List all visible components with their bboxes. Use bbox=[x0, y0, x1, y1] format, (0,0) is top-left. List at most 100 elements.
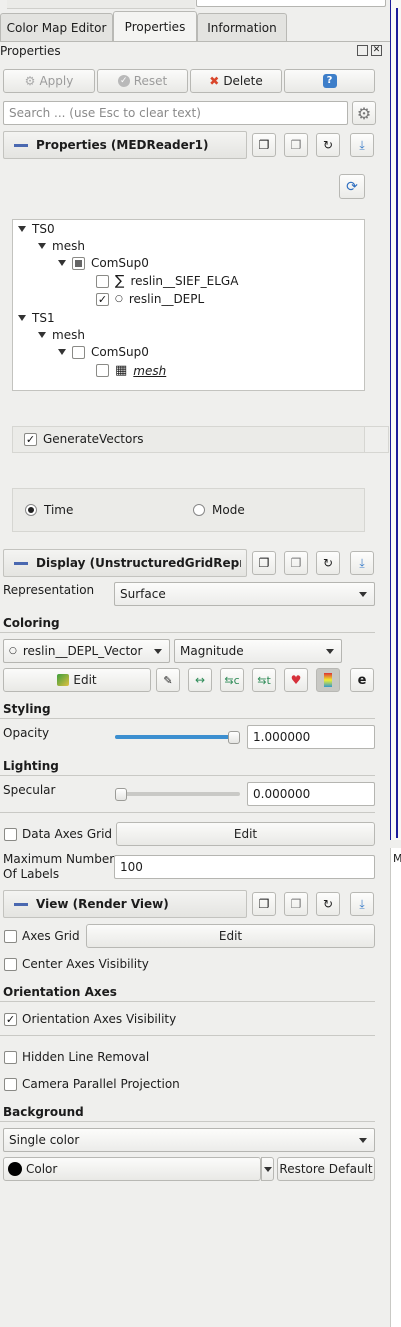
background-color-menu-button[interactable] bbox=[261, 1157, 274, 1181]
representation-select[interactable]: Surface bbox=[114, 582, 375, 606]
tree-item-mesh-leaf[interactable]: ▦ mesh bbox=[96, 363, 166, 378]
restore-view-button[interactable]: ↻ bbox=[316, 892, 340, 916]
copy-icon: ❐ bbox=[258, 897, 270, 911]
apply-button[interactable]: ⚙ Apply bbox=[3, 69, 95, 93]
color-component-select[interactable]: Magnitude bbox=[174, 639, 342, 663]
color-bar-button[interactable] bbox=[316, 668, 340, 692]
display-section-header[interactable]: Display (UnstructuredGridRepresentation) bbox=[3, 549, 247, 577]
restore-display-button[interactable]: ↻ bbox=[316, 551, 340, 575]
background-mode-select[interactable]: Single color bbox=[3, 1128, 375, 1152]
view-section-header[interactable]: View (Render View) bbox=[3, 890, 247, 918]
refresh-icon: ↻ bbox=[322, 897, 334, 911]
search-input[interactable]: Search ... (use Esc to clear text) bbox=[3, 101, 348, 125]
save-view-button[interactable]: ⤓ bbox=[350, 892, 374, 916]
paste-icon: ❐ bbox=[290, 138, 302, 152]
copy-display-button[interactable]: ❐ bbox=[252, 551, 276, 575]
tab-information[interactable]: Information bbox=[197, 13, 287, 41]
max-labels-label-line2: Of Labels bbox=[3, 867, 60, 881]
save-defaults-button[interactable]: ⤓ bbox=[350, 133, 374, 157]
chevron-down-icon bbox=[359, 592, 367, 597]
tab-properties[interactable]: Properties bbox=[113, 11, 197, 42]
specular-input[interactable]: 0.000000 bbox=[247, 782, 375, 806]
tree-item-mesh1[interactable]: mesh bbox=[38, 328, 85, 342]
copy-view-button[interactable]: ❐ bbox=[252, 892, 276, 916]
reload-icon: ⟳ bbox=[346, 178, 358, 195]
rescale-data-range-button[interactable]: ↔ bbox=[188, 668, 212, 692]
copy-icon: ❐ bbox=[258, 556, 270, 570]
data-axes-grid-edit-button[interactable]: Edit bbox=[116, 822, 375, 846]
tree-item-mesh0[interactable]: mesh bbox=[38, 239, 85, 253]
tree-item-field-depl[interactable]: ✓ ○ reslin__DEPL bbox=[96, 292, 204, 306]
refresh-icon: ↻ bbox=[322, 556, 334, 570]
representation-label: Representation bbox=[3, 583, 95, 597]
tree-item-ts1[interactable]: TS1 bbox=[18, 311, 55, 325]
orientation-axes-checkbox[interactable]: ✓ bbox=[4, 1013, 17, 1026]
time-radio-label: Time bbox=[44, 503, 74, 517]
apply-icon: ⚙ bbox=[24, 74, 36, 88]
restore-defaults-button[interactable]: ↻ bbox=[316, 133, 340, 157]
reset-button[interactable]: ✓ Reset bbox=[97, 69, 188, 93]
expand-icon bbox=[38, 243, 46, 249]
opacity-slider-handle[interactable] bbox=[228, 731, 240, 744]
mode-radio[interactable] bbox=[193, 504, 205, 516]
tree-item-comsup1[interactable]: ComSup0 bbox=[58, 345, 149, 359]
show-hide-color-legend-button[interactable]: ✎ bbox=[156, 668, 180, 692]
chevron-down-icon bbox=[359, 1138, 367, 1143]
mode-radio-label: Mode bbox=[212, 503, 245, 517]
lighting-bottom-separator bbox=[0, 812, 375, 813]
restore-default-button[interactable]: Restore Default bbox=[277, 1157, 375, 1181]
field-checkbox[interactable] bbox=[96, 274, 109, 288]
save-display-button[interactable]: ⤓ bbox=[350, 551, 374, 575]
copy-properties-button[interactable]: ❐ bbox=[252, 133, 276, 157]
render-view-border bbox=[396, 8, 401, 838]
float-icon[interactable] bbox=[357, 45, 368, 56]
mesh-checkbox[interactable] bbox=[96, 364, 109, 377]
chevron-down-icon bbox=[326, 649, 334, 654]
paste-display-button[interactable]: ❐ bbox=[284, 551, 308, 575]
axes-grid-edit-button[interactable]: Edit bbox=[86, 924, 375, 948]
tab-color-map-editor[interactable]: Color Map Editor bbox=[0, 13, 113, 41]
color-bar-icon bbox=[324, 673, 332, 687]
tree-item-field-sief[interactable]: ∑ reslin__SIEF_ELGA bbox=[96, 273, 238, 289]
background-color-button[interactable]: Color bbox=[3, 1157, 261, 1181]
refresh-icon: ↻ bbox=[322, 138, 334, 152]
rescale-temporal-range-button[interactable]: ⇆t bbox=[252, 668, 276, 692]
paste-properties-button[interactable]: ❐ bbox=[284, 133, 308, 157]
color-swatch-icon bbox=[8, 1162, 22, 1176]
gauss-point-icon: ∑ bbox=[115, 273, 125, 289]
specular-slider-handle[interactable] bbox=[115, 788, 127, 801]
tree-item-comsup0[interactable]: ComSup0 bbox=[58, 256, 149, 270]
opacity-input[interactable]: 1.000000 bbox=[247, 725, 375, 749]
color-legend-icon: ✎ bbox=[163, 673, 173, 687]
advanced-settings-button[interactable]: ⚙ bbox=[352, 101, 376, 125]
rescale-custom-range-button[interactable]: ⇆c bbox=[220, 668, 244, 692]
group-checkbox[interactable] bbox=[72, 345, 85, 359]
delete-button[interactable]: ✖ Delete bbox=[190, 69, 282, 93]
paste-view-button[interactable]: ❐ bbox=[284, 892, 308, 916]
close-icon[interactable]: ✕ bbox=[371, 45, 382, 56]
edit-color-legend-button[interactable]: e bbox=[350, 668, 374, 692]
reload-button[interactable]: ⟳ bbox=[339, 174, 365, 199]
generate-vectors-checkbox[interactable]: ✓ bbox=[24, 433, 37, 446]
center-axes-checkbox[interactable] bbox=[4, 958, 17, 971]
time-radio[interactable] bbox=[25, 504, 37, 516]
tree-item-ts0[interactable]: TS0 bbox=[18, 222, 55, 236]
generate-vectors-label: GenerateVectors bbox=[43, 432, 144, 446]
max-labels-input[interactable]: 100 bbox=[114, 855, 375, 879]
collapse-icon bbox=[14, 143, 28, 147]
edit-color-map-button[interactable]: Edit bbox=[3, 668, 151, 692]
specular-slider[interactable] bbox=[115, 792, 240, 796]
axes-grid-checkbox[interactable] bbox=[4, 930, 17, 943]
choose-preset-button[interactable]: ♥ bbox=[284, 668, 308, 692]
data-axes-grid-checkbox[interactable] bbox=[4, 828, 17, 841]
hidden-line-removal-checkbox[interactable] bbox=[4, 1051, 17, 1064]
orientation-axes-separator bbox=[0, 1001, 375, 1002]
field-checkbox[interactable]: ✓ bbox=[96, 292, 109, 306]
color-array-select[interactable]: ○ reslin__DEPL_Vector bbox=[3, 639, 170, 663]
properties-section-header[interactable]: Properties (MEDReader1) bbox=[3, 131, 247, 159]
help-button[interactable]: ? bbox=[284, 69, 375, 93]
partial-checkbox[interactable] bbox=[72, 256, 85, 270]
camera-parallel-checkbox[interactable] bbox=[4, 1078, 17, 1091]
custom-range-icon: ⇆c bbox=[224, 673, 240, 687]
axes-grid-label: Axes Grid bbox=[22, 929, 80, 943]
